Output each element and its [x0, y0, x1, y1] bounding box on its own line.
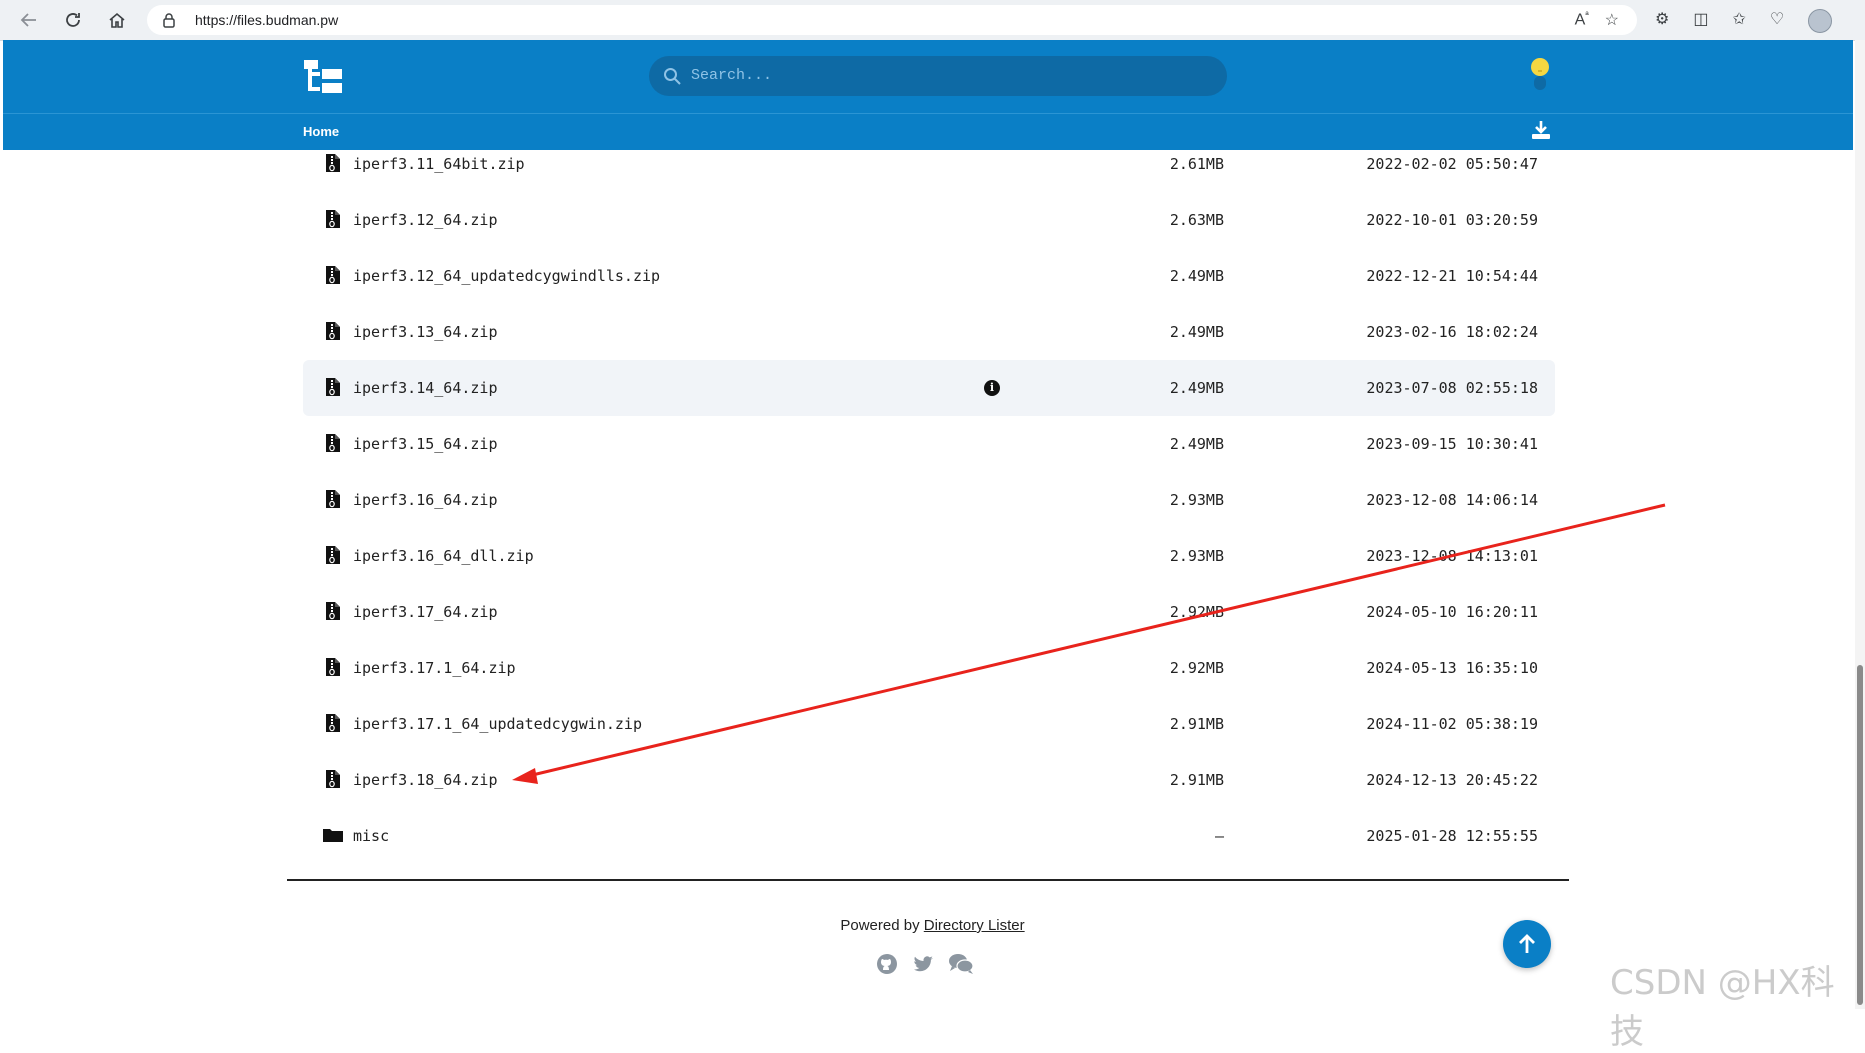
file-row[interactable]: iperf3.14_64.zip i 2.49MB 2023-07-08 02:55:… [303, 360, 1555, 416]
zip-file-icon [325, 433, 341, 453]
zip-file-icon [325, 153, 341, 173]
file-row[interactable]: iperf3.12_64_updatedcygwindlls.zip 2.49MB… [303, 248, 1555, 304]
scrollbar-thumb[interactable] [1857, 665, 1863, 1005]
file-size: 2.93MB [1169, 491, 1224, 509]
file-size: 2.63MB [1169, 211, 1224, 229]
file-name[interactable]: iperf3.12_64_updatedcygwindlls.zip [353, 267, 660, 285]
file-row[interactable]: iperf3.12_64.zip 2.63MB 2022-10-01 03:20:5… [303, 192, 1555, 248]
file-date: 2023-07-08 02:55:18 [1366, 379, 1538, 397]
folder-row[interactable]: misc — 2025-01-28 12:55:55 [303, 808, 1555, 864]
file-size: 2.61MB [1169, 155, 1224, 173]
file-date: 2024-11-02 05:38:19 [1366, 715, 1538, 733]
file-size: 2.91MB [1169, 771, 1224, 789]
file-row[interactable]: iperf3.13_64.zip 2.49MB 2023-02-16 18:02:2… [303, 304, 1555, 360]
address-bar[interactable]: https://files.budman.pw Aª ☆ [147, 5, 1637, 35]
reload-icon[interactable] [61, 8, 85, 32]
powered-by: Powered by Directory Lister [0, 917, 1865, 934]
file-row[interactable]: iperf3.16_64.zip 2.93MB 2023-12-08 14:06:1… [303, 472, 1555, 528]
file-name[interactable]: iperf3.16_64.zip [353, 491, 498, 509]
home-icon[interactable] [105, 8, 129, 32]
directory-lister-link[interactable]: Directory Lister [924, 917, 1025, 934]
file-name[interactable]: iperf3.12_64.zip [353, 211, 498, 229]
file-size: 2.92MB [1169, 603, 1224, 621]
footer-divider [287, 879, 1569, 881]
lock-icon [163, 13, 175, 28]
file-name[interactable]: iperf3.13_64.zip [353, 323, 498, 341]
file-date: 2022-02-02 05:50:47 [1366, 155, 1538, 173]
csdn-watermark: CSDN @HX科技 [1610, 963, 1835, 1052]
header-divider [3, 113, 1853, 114]
file-date: 2023-02-16 18:02:24 [1366, 323, 1538, 341]
zip-file-icon [325, 377, 341, 397]
file-info-icon[interactable]: i [984, 380, 1000, 396]
chat-icon[interactable] [948, 953, 974, 975]
file-size: 2.93MB [1169, 547, 1224, 565]
performance-icon[interactable]: ♡ [1770, 9, 1784, 33]
file-name[interactable]: iperf3.14_64.zip [353, 379, 498, 397]
theme-toggle-lightbulb-icon[interactable] [1529, 57, 1551, 93]
file-name[interactable]: iperf3.17.1_64_updatedcygwin.zip [353, 715, 642, 733]
favorites-icon[interactable]: ✩ [1732, 9, 1745, 33]
search-icon [664, 68, 681, 85]
file-size: 2.49MB [1169, 267, 1224, 285]
url-text: https://files.budman.pw [195, 12, 339, 28]
file-name[interactable]: iperf3.16_64_dll.zip [353, 547, 534, 565]
zip-file-icon [325, 769, 341, 789]
file-size: 2.92MB [1169, 659, 1224, 677]
search-bar[interactable]: Search... [649, 56, 1227, 96]
file-name[interactable]: iperf3.18_64.zip [353, 771, 498, 789]
directory-lister-logo-icon[interactable] [304, 60, 342, 94]
search-input[interactable]: Search... [691, 67, 772, 84]
file-date: 2025-01-28 12:55:55 [1366, 827, 1538, 845]
file-date: 2022-10-01 03:20:59 [1366, 211, 1538, 229]
file-row[interactable]: iperf3.17_64.zip 2.92MB 2024-05-10 16:20:1… [303, 584, 1555, 640]
powered-by-prefix: Powered by [840, 917, 920, 934]
file-size: 2.91MB [1169, 715, 1224, 733]
twitter-icon[interactable] [912, 953, 934, 975]
file-date: 2023-12-08 14:06:14 [1366, 491, 1538, 509]
file-date: 2024-05-10 16:20:11 [1366, 603, 1538, 621]
file-name[interactable]: misc [353, 827, 389, 845]
back-icon[interactable] [17, 8, 41, 32]
social-links [876, 953, 974, 975]
file-name[interactable]: iperf3.17.1_64.zip [353, 659, 516, 677]
file-row[interactable]: iperf3.17.1_64_updatedcygwin.zip 2.91MB 20… [303, 696, 1555, 752]
folder-icon [323, 825, 343, 845]
zip-file-icon [325, 601, 341, 621]
github-icon[interactable] [876, 953, 898, 975]
file-size: 2.49MB [1169, 379, 1224, 397]
file-date: 2023-09-15 10:30:41 [1366, 435, 1538, 453]
browser-toolbar: https://files.budman.pw Aª ☆ ⚙ ◫ ✩ ♡ [0, 0, 1865, 41]
file-date: 2022-12-21 10:54:44 [1366, 267, 1538, 285]
file-date: 2023-12-08 14:13:01 [1366, 547, 1538, 565]
file-date: 2024-05-13 16:35:10 [1366, 659, 1538, 677]
read-aloud-icon[interactable]: Aª [1575, 10, 1589, 30]
profile-avatar[interactable] [1808, 9, 1833, 33]
zip-file-icon [325, 321, 341, 341]
zip-file-icon [325, 545, 341, 565]
file-size: — [1214, 827, 1224, 845]
file-row[interactable]: iperf3.11_64bit.zip 2.61MB 2022-02-02 05:5… [303, 136, 1555, 192]
file-row[interactable]: iperf3.17.1_64.zip 2.92MB 2024-05-13 16:35… [303, 640, 1555, 696]
file-name[interactable]: iperf3.15_64.zip [353, 435, 498, 453]
file-size: 2.49MB [1169, 435, 1224, 453]
file-row[interactable]: iperf3.18_64.zip 2.91MB 2024-12-13 20:45:2… [303, 752, 1555, 808]
file-name[interactable]: iperf3.17_64.zip [353, 603, 498, 621]
site-header: Search... Home [3, 40, 1853, 150]
zip-file-icon [325, 657, 341, 677]
scroll-to-top-button[interactable] [1503, 920, 1551, 968]
file-row[interactable]: iperf3.16_64_dll.zip 2.93MB 2023-12-08 14:… [303, 528, 1555, 584]
file-size: 2.49MB [1169, 323, 1224, 341]
file-row[interactable]: iperf3.15_64.zip 2.49MB 2023-09-15 10:30:4… [303, 416, 1555, 472]
zip-file-icon [325, 209, 341, 229]
split-screen-icon[interactable]: ◫ [1693, 9, 1708, 33]
zip-file-icon [325, 489, 341, 509]
extensions-icon[interactable]: ⚙ [1655, 9, 1669, 33]
file-name[interactable]: iperf3.11_64bit.zip [353, 155, 525, 173]
zip-file-icon [325, 265, 341, 285]
arrow-up-icon [1519, 934, 1535, 953]
file-date: 2024-12-13 20:45:22 [1366, 771, 1538, 789]
favorite-star-icon[interactable]: ☆ [1605, 10, 1619, 30]
zip-file-icon [325, 713, 341, 733]
